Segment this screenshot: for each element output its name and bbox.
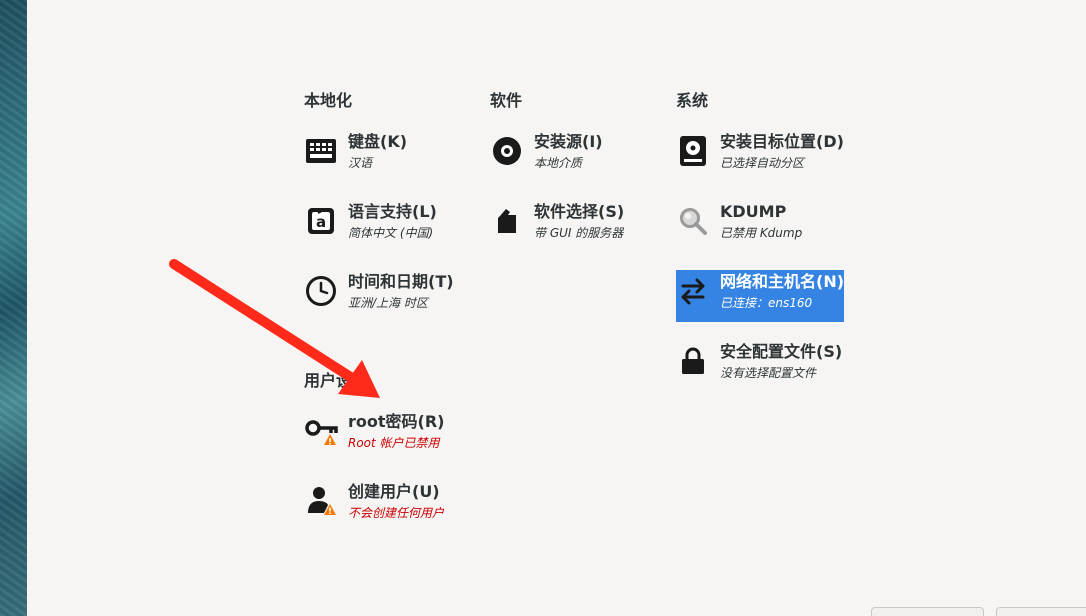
spoke-security-title: 安全配置文件(S) bbox=[720, 342, 843, 361]
spoke-root-title: root密码(R) bbox=[348, 412, 445, 431]
user-icon bbox=[304, 484, 338, 518]
installation-summary-panel bbox=[27, 0, 1086, 616]
begin-installation-button[interactable] bbox=[996, 607, 1086, 616]
quit-button[interactable] bbox=[871, 607, 984, 616]
spoke-kdump-status: 已禁用 Kdump bbox=[720, 226, 803, 240]
category-title-localization: 本地化 bbox=[304, 91, 353, 110]
spoke-keyboard[interactable]: 键盘(K) 汉语 bbox=[304, 130, 472, 182]
spoke-keyboard-title: 键盘(K) bbox=[348, 132, 408, 151]
spoke-destination-title: 安装目标位置(D) bbox=[720, 132, 844, 151]
spoke-security-profile[interactable]: 安全配置文件(S) 没有选择配置文件 bbox=[676, 340, 844, 392]
category-title-software: 软件 bbox=[490, 91, 523, 110]
spoke-destination-status: 已选择自动分区 bbox=[720, 156, 805, 170]
category-title-system: 系统 bbox=[676, 91, 709, 110]
lock-icon bbox=[676, 344, 710, 378]
spoke-create-user-title: 创建用户(U) bbox=[348, 482, 440, 501]
spoke-security-status: 没有选择配置文件 bbox=[720, 366, 817, 380]
spoke-time-title: 时间和日期(T) bbox=[348, 272, 454, 291]
spoke-keyboard-status: 汉语 bbox=[348, 156, 373, 170]
keyboard-icon bbox=[304, 134, 338, 168]
spoke-installation-source[interactable]: 安装源(I) 本地介质 bbox=[490, 130, 658, 182]
spoke-software-selection[interactable]: 软件选择(S) 带 GUI 的服务器 bbox=[490, 200, 658, 252]
spoke-kdump-title: KDUMP bbox=[720, 202, 787, 221]
spoke-installation-destination[interactable]: 安装目标位置(D) 已选择自动分区 bbox=[676, 130, 844, 182]
network-arrows-icon bbox=[676, 274, 710, 308]
package-icon bbox=[490, 204, 524, 238]
language-icon: a bbox=[304, 204, 338, 238]
spoke-time-date[interactable]: 时间和日期(T) 亚洲/上海 时区 bbox=[304, 270, 472, 322]
spoke-language-support[interactable]: a 语言支持(L) 简体中文 (中国) bbox=[304, 200, 472, 252]
spoke-create-user-status: 不会创建任何用户 bbox=[348, 506, 445, 520]
spoke-language-status: 简体中文 (中国) bbox=[348, 226, 434, 240]
harddisk-icon bbox=[676, 134, 710, 168]
spoke-network-title: 网络和主机名(N) bbox=[720, 272, 845, 291]
clock-icon bbox=[304, 274, 338, 308]
spoke-source-status: 本地介质 bbox=[534, 156, 583, 170]
spoke-software-title: 软件选择(S) bbox=[534, 202, 625, 221]
svg-text:a: a bbox=[316, 213, 326, 231]
key-icon bbox=[304, 414, 338, 448]
spoke-software-status: 带 GUI 的服务器 bbox=[534, 226, 624, 240]
spoke-language-title: 语言支持(L) bbox=[348, 202, 437, 221]
spoke-kdump[interactable]: KDUMP 已禁用 Kdump bbox=[676, 200, 844, 252]
category-title-user-settings: 用户设置 bbox=[304, 371, 369, 390]
background-wallpaper-strip bbox=[0, 0, 27, 616]
spoke-network-status: 已连接：ens160 bbox=[720, 296, 813, 310]
spoke-source-title: 安装源(I) bbox=[534, 132, 603, 151]
spoke-root-password[interactable]: root密码(R) Root 帐户已禁用 bbox=[304, 410, 472, 462]
magnifier-icon bbox=[676, 204, 710, 238]
spoke-root-status: Root 帐户已禁用 bbox=[348, 436, 440, 450]
spoke-time-status: 亚洲/上海 时区 bbox=[348, 296, 428, 310]
spoke-network-hostname[interactable]: 网络和主机名(N) 已连接：ens160 bbox=[676, 270, 844, 322]
disc-icon bbox=[490, 134, 524, 168]
spoke-create-user[interactable]: 创建用户(U) 不会创建任何用户 bbox=[304, 480, 472, 532]
